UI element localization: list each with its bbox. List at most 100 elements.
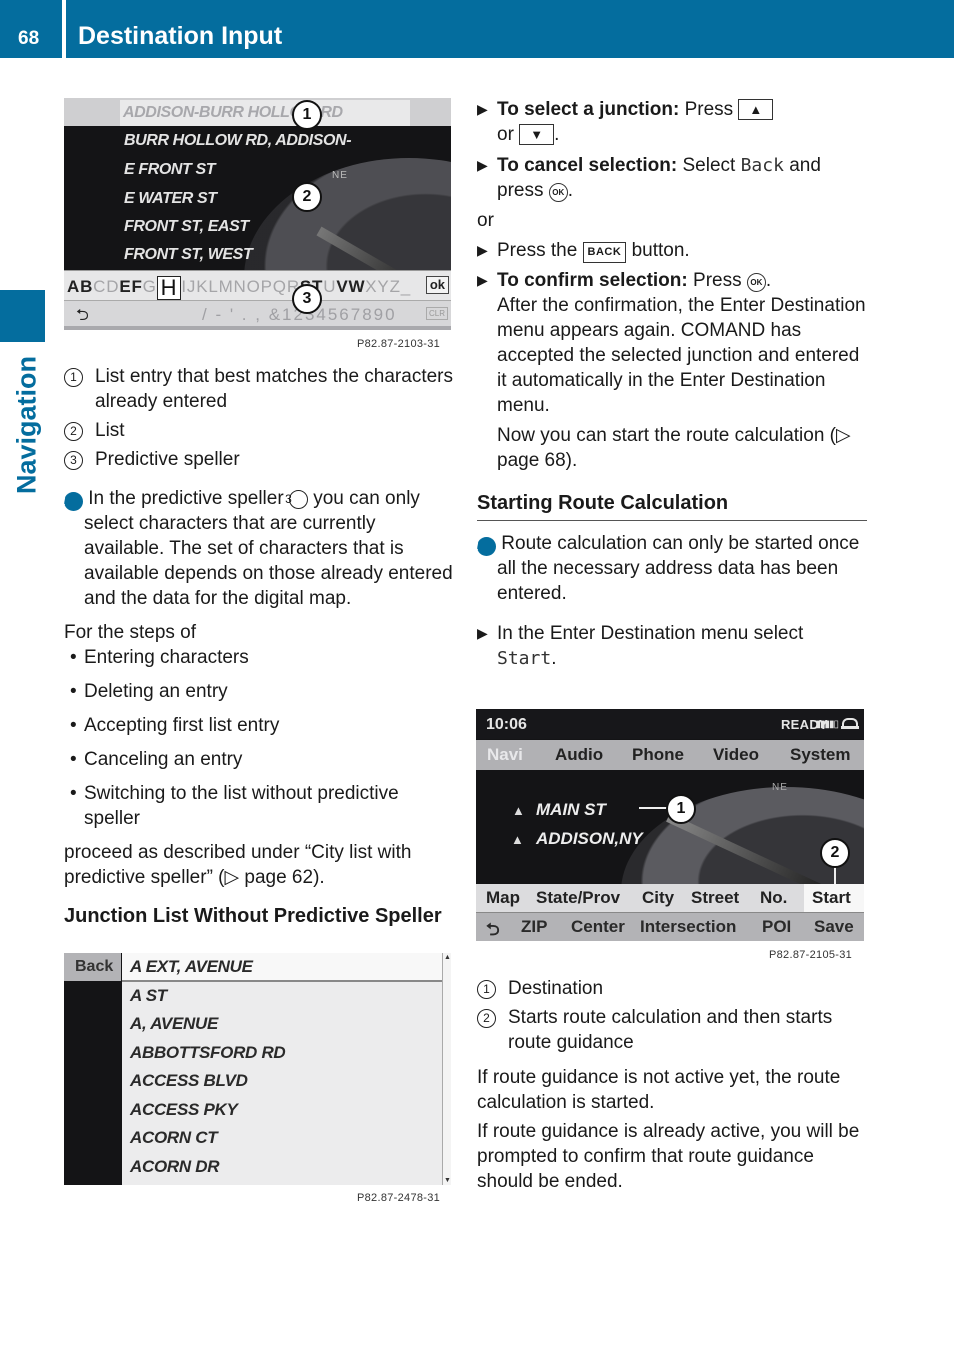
clear-key[interactable]: CLR — [425, 307, 448, 320]
info-icon: i — [474, 537, 496, 556]
paragraph: If route guidance is already active, you… — [477, 1121, 860, 1192]
menu-phone[interactable]: Phone — [632, 745, 684, 765]
figure-code: P82.87-2478-31 — [357, 1192, 441, 1204]
city-button[interactable]: City — [642, 888, 674, 908]
menu-system[interactable]: System — [790, 745, 850, 765]
speller-char-group[interactable]: XYZ_ — [365, 277, 411, 296]
speller-char-group[interactable]: VW — [336, 277, 365, 296]
legend-item: 3 Predictive speller — [64, 447, 454, 472]
scrollbar[interactable]: ▲ ▼ — [442, 953, 451, 1185]
step-select-junction: ▶ To select a junction: Press ▲ or ▼. — [477, 97, 867, 147]
compass-ne-label: NE — [772, 782, 788, 793]
side-tab-marker — [0, 290, 45, 342]
scroll-down-icon[interactable]: ▼ — [444, 1177, 451, 1184]
speller-char-group[interactable]: U — [323, 277, 336, 296]
menu-audio[interactable]: Audio — [555, 745, 603, 765]
step-arrow-icon: ▶ — [477, 101, 488, 117]
legend-number: 1 — [64, 368, 83, 387]
callout-3: 3 — [292, 284, 322, 314]
center-button[interactable]: Center — [571, 917, 625, 937]
speller-char-group[interactable]: CD — [93, 277, 119, 296]
city-icon: ▲ — [511, 832, 524, 847]
proceed-text: proceed as described under “City list wi… — [64, 842, 412, 888]
bullet-item: Switching to the list without predictive… — [64, 781, 434, 831]
step-press-back: ▶ Press the BACK button. — [477, 240, 690, 263]
list-item[interactable]: E FRONT ST — [124, 161, 216, 179]
info-note: i In the predictive speller 3 you can on… — [60, 488, 453, 609]
signal-strength-icon: ▮▮▮▮▯ — [815, 719, 838, 730]
destination-menu-row-2: ⮌ ZIP Center Intersection POI Save — [476, 912, 864, 941]
list-item[interactable]: FRONT ST, EAST — [124, 218, 249, 236]
legend-number: 3 — [64, 451, 83, 470]
number-button[interactable]: No. — [760, 888, 787, 908]
intersection-button[interactable]: Intersection — [640, 917, 736, 937]
page-title: Destination Input — [78, 22, 283, 50]
speller-char-group[interactable]: AB — [67, 277, 93, 296]
reference-number: 3 — [285, 490, 308, 509]
list-item[interactable]: E WATER ST — [124, 190, 217, 208]
page-header: 68 Destination Input — [0, 0, 954, 58]
list-item[interactable]: ACORN DR — [130, 1157, 220, 1177]
enter-destination-screenshot: 10:06 READY ▮▮▮▮▯ Navi Audio Phone Video… — [476, 709, 864, 941]
destination-street: MAIN ST — [536, 800, 606, 819]
step-arrow-icon: ▶ — [477, 242, 488, 258]
bullet-item: Deleting an entry — [64, 679, 454, 704]
legend-item: 2 List — [64, 418, 454, 443]
info-icon: i — [61, 492, 83, 511]
speller-char-group[interactable]: IJKLMNOPQR — [181, 277, 300, 296]
state-prov-button[interactable]: State/Prov — [536, 888, 620, 908]
menu-video[interactable]: Video — [713, 745, 759, 765]
best-match-entry[interactable]: ADDISON-BURR HOLLOW RD — [120, 100, 410, 126]
step-arrow-icon: ▶ — [477, 625, 488, 641]
start-button[interactable]: Start — [812, 888, 851, 908]
back-key: BACK — [582, 242, 627, 263]
back-arrow-icon[interactable]: ⮌ — [486, 917, 500, 941]
callout-2: 2 — [292, 182, 322, 212]
street-button[interactable]: Street — [691, 888, 739, 908]
map-button[interactable]: Map — [486, 888, 520, 908]
right-column: ▶ To select a junction: Press ▲ or ▼. ▶ … — [473, 97, 867, 671]
list-item[interactable]: ACCESS PKY — [130, 1100, 238, 1120]
menu-navi[interactable]: Navi — [487, 745, 523, 765]
junction-list — [122, 953, 442, 1185]
step-arrow-icon: ▶ — [477, 157, 488, 173]
list-item[interactable]: ABBOTTSFORD RD — [130, 1043, 286, 1063]
list-item[interactable]: A, AVENUE — [130, 1014, 218, 1034]
speller-char-group[interactable]: G — [143, 277, 157, 296]
clock: 10:06 — [486, 716, 527, 733]
legend-item: 2 Starts route calculation and then star… — [477, 1005, 867, 1055]
scroll-up-icon[interactable]: ▲ — [444, 954, 451, 961]
step-arrow-icon: ▶ — [477, 272, 488, 288]
right-column-bottom: 1 Destination 2 Starts route calculation… — [477, 976, 867, 1194]
speller-characters[interactable]: ABCDEFGHIJKLMNOPQRSTUVWXYZ_ — [67, 276, 411, 300]
legend-item: 1 Destination — [477, 976, 867, 1001]
or-text: or — [477, 210, 494, 231]
ok-button-icon: OK — [548, 183, 568, 202]
list-item[interactable]: A EXT, AVENUE — [130, 957, 253, 977]
info-note: i Route calculation can only be started … — [473, 533, 860, 604]
confirm-paragraph: After the confirmation, the Enter Destin… — [497, 295, 866, 416]
back-button[interactable]: Back — [64, 953, 121, 981]
save-button[interactable]: Save — [814, 917, 854, 937]
legend-number: 1 — [477, 980, 496, 999]
poi-button[interactable]: POI — [762, 917, 791, 937]
list-item[interactable]: ACCESS BLVD — [130, 1071, 248, 1091]
list-item[interactable]: BURR HOLLOW RD, ADDISON- — [124, 132, 352, 150]
selected-character[interactable]: H — [156, 276, 182, 300]
list-item[interactable]: ACORN CT — [130, 1128, 218, 1148]
speller-char-group[interactable]: EF — [119, 277, 142, 296]
zip-button[interactable]: ZIP — [521, 917, 547, 937]
up-key: ▲ — [738, 99, 774, 120]
list-item[interactable]: A ST — [130, 986, 167, 1006]
destination-city: ADDISON,NY — [536, 829, 643, 848]
ok-key[interactable]: ok — [425, 276, 449, 294]
left-column: 1 List entry that best matches the chara… — [60, 364, 454, 929]
list-item[interactable]: FRONT ST, WEST — [124, 246, 253, 264]
junction-list-screenshot: Back A EXT, AVENUE A ST A, AVENUE ABBOTT… — [64, 953, 451, 1185]
down-key: ▼ — [519, 124, 555, 145]
paragraph: If route guidance is not active yet, the… — [477, 1067, 841, 1113]
side-tab-label: Navigation — [11, 355, 42, 495]
ok-button-icon: OK — [746, 273, 766, 292]
status-bar: 10:06 READY ▮▮▮▮▯ — [476, 709, 864, 739]
street-flag-icon: ▲ — [512, 803, 525, 818]
